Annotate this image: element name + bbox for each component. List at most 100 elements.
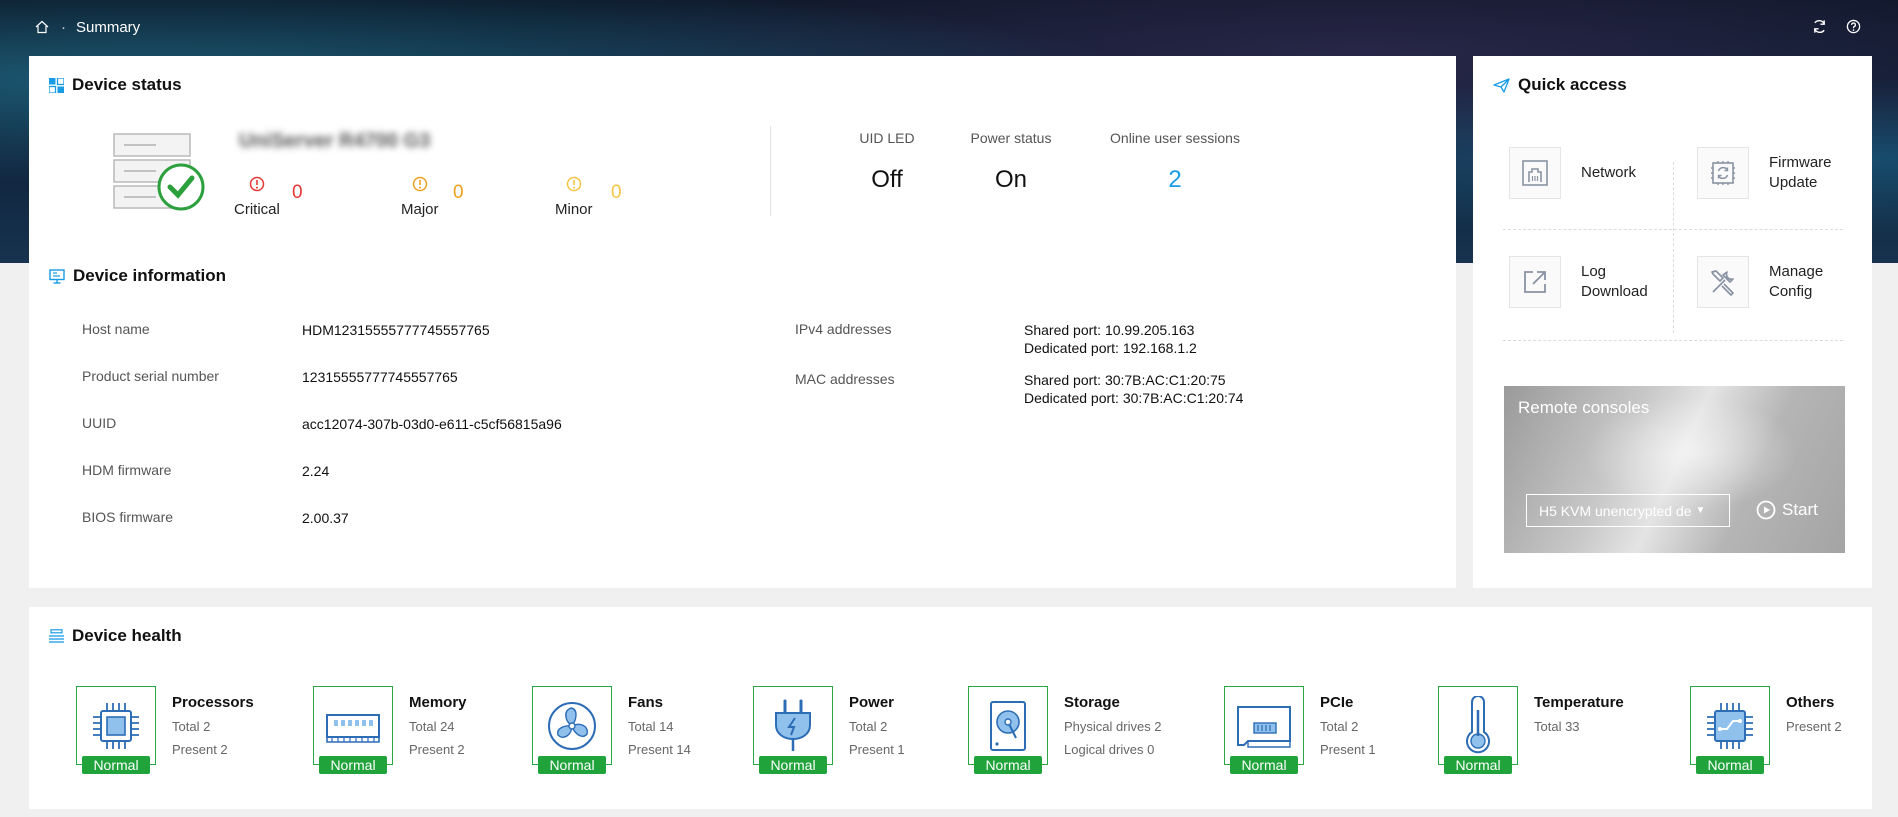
power-present: Present 1 [849, 742, 905, 757]
processors-status-badge: Normal [82, 756, 150, 774]
log-download-label: Log Download [1581, 262, 1648, 302]
alarm-minor-label: Minor [555, 201, 593, 218]
manage-config-label: Manage Config [1769, 262, 1823, 302]
paper-plane-icon [1493, 77, 1510, 93]
console-type-select[interactable]: H5 KVM unencrypted de ▼ [1526, 494, 1730, 527]
log-download-label-line2: Download [1581, 283, 1648, 300]
quick-access-firmware-update[interactable]: Firmware Update [1697, 147, 1832, 199]
firmware-update-icon [1697, 147, 1749, 199]
storage-name: Storage [1064, 694, 1120, 711]
device-status-panel: Device status UniServer R4700 G3 Critica… [29, 56, 1456, 588]
fans-status-badge: Normal [538, 756, 606, 774]
quick-access-manage-config[interactable]: Manage Config [1697, 256, 1823, 308]
major-alert-icon [412, 176, 427, 192]
uuid-value: acc12074-307b-03d0-e611-c5cf56815a96 [302, 416, 562, 432]
server-icon [113, 133, 205, 211]
power-plug-icon[interactable] [753, 686, 833, 765]
home-icon[interactable] [33, 18, 51, 36]
storage-physical: Physical drives 2 [1064, 719, 1162, 734]
alarm-minor[interactable]: Minor 0 [555, 176, 622, 218]
status-divider [770, 126, 771, 216]
play-circle-icon [1756, 500, 1776, 520]
serial-value: 12315555777745557765 [302, 369, 458, 385]
quick-access-title-text: Quick access [1518, 75, 1627, 94]
bios-firmware-label: BIOS firmware [82, 509, 174, 525]
network-label: Network [1581, 164, 1637, 181]
health-list-icon [49, 629, 64, 643]
temperature-details: Temperature Total 33 [1534, 694, 1624, 734]
quick-access-title: Quick access [1493, 75, 1627, 95]
pcie-card-icon[interactable] [1224, 686, 1304, 765]
firmware-update-label-line1: Firmware [1769, 154, 1832, 171]
device-information-title-text: Device information [73, 266, 227, 285]
uid-led-value: Off [871, 166, 903, 193]
firmware-update-label: Firmware Update [1769, 153, 1832, 193]
hdm-firmware-value: 2.24 [302, 463, 330, 479]
uid-led-label: UID LED [859, 130, 915, 146]
device-health-title-text: Device health [72, 626, 182, 645]
manage-config-label-line1: Manage [1769, 263, 1824, 280]
uid-led-stat: UID LED Off [829, 130, 945, 194]
quick-access-network[interactable]: Network [1509, 147, 1636, 199]
online-sessions-label: Online user sessions [1110, 130, 1240, 146]
mac-values: Shared port: 30:7B:AC:C1:20:75 Dedicated… [1024, 371, 1243, 407]
memory-status-badge: Normal [319, 756, 387, 774]
remote-consoles-title: Remote consoles [1518, 398, 1650, 417]
power-details: Power Total 2 Present 1 [849, 694, 905, 757]
quick-access-panel: Quick access Network Firmware Update Log D… [1473, 56, 1872, 588]
start-console-button[interactable]: Start [1756, 500, 1818, 520]
online-sessions-value[interactable]: 2 [1075, 166, 1275, 194]
ipv4-shared: Shared port: 10.99.205.163 [1024, 322, 1195, 338]
device-status-title: Device status [49, 75, 182, 95]
temperature-status-badge: Normal [1444, 756, 1512, 774]
others-present: Present 2 [1786, 719, 1842, 734]
monitor-icon [49, 268, 65, 284]
log-download-icon [1509, 256, 1561, 308]
online-sessions-stat[interactable]: Online user sessions 2 [1075, 130, 1275, 194]
dashboard-icon [49, 77, 64, 93]
processor-icon[interactable] [76, 686, 156, 765]
storage-status-badge: Normal [974, 756, 1042, 774]
alarm-major[interactable]: Major 0 [401, 176, 464, 218]
others-details: Others Present 2 [1786, 694, 1842, 734]
pcie-present: Present 1 [1320, 742, 1376, 757]
host-name-label: Host name [82, 321, 150, 337]
serial-label: Product serial number [82, 368, 219, 384]
fans-details: Fans Total 14 Present 14 [628, 694, 691, 757]
pcie-details: PCIe Total 2 Present 1 [1320, 694, 1376, 757]
refresh-icon[interactable] [1810, 17, 1828, 35]
memory-present: Present 2 [409, 742, 465, 757]
breadcrumb-current: Summary [76, 18, 141, 36]
help-icon[interactable] [1844, 17, 1862, 35]
alarm-critical[interactable]: Critical 0 [234, 176, 303, 218]
top-actions [1810, 17, 1862, 35]
circuit-chip-icon[interactable] [1690, 686, 1770, 765]
mac-shared: Shared port: 30:7B:AC:C1:20:75 [1024, 372, 1226, 388]
memory-icon[interactable] [313, 686, 393, 765]
hard-drive-icon[interactable] [968, 686, 1048, 765]
processors-name: Processors [172, 694, 254, 711]
temperature-name: Temperature [1534, 694, 1624, 711]
alarm-critical-label: Critical [234, 201, 280, 218]
quick-access-log-download[interactable]: Log Download [1509, 256, 1648, 308]
qa-divider-h1 [1503, 229, 1843, 230]
breadcrumb: · Summary [33, 18, 140, 36]
power-name: Power [849, 694, 895, 711]
memory-total: Total 24 [409, 719, 455, 734]
processors-present: Present 2 [172, 742, 228, 757]
mac-label: MAC addresses [795, 371, 895, 387]
top-bar: · Summary [0, 0, 1898, 55]
power-total: Total 2 [849, 719, 888, 734]
fan-icon[interactable] [532, 686, 612, 765]
host-name-value: HDM12315555777745557765 [302, 322, 490, 338]
remote-consoles-card: Remote consoles H5 KVM unencrypted de ▼ … [1504, 386, 1845, 553]
processors-total: Total 2 [172, 719, 211, 734]
power-status-stat: Power status On [941, 130, 1081, 194]
qa-divider-v2 [1673, 249, 1674, 333]
power-status-badge: Normal [759, 756, 827, 774]
memory-details: Memory Total 24 Present 2 [409, 694, 467, 757]
hdm-firmware-label: HDM firmware [82, 462, 172, 478]
thermometer-icon[interactable] [1438, 686, 1518, 765]
device-model: UniServer R4700 G3 [239, 130, 431, 152]
manage-config-label-line2: Config [1769, 283, 1813, 300]
